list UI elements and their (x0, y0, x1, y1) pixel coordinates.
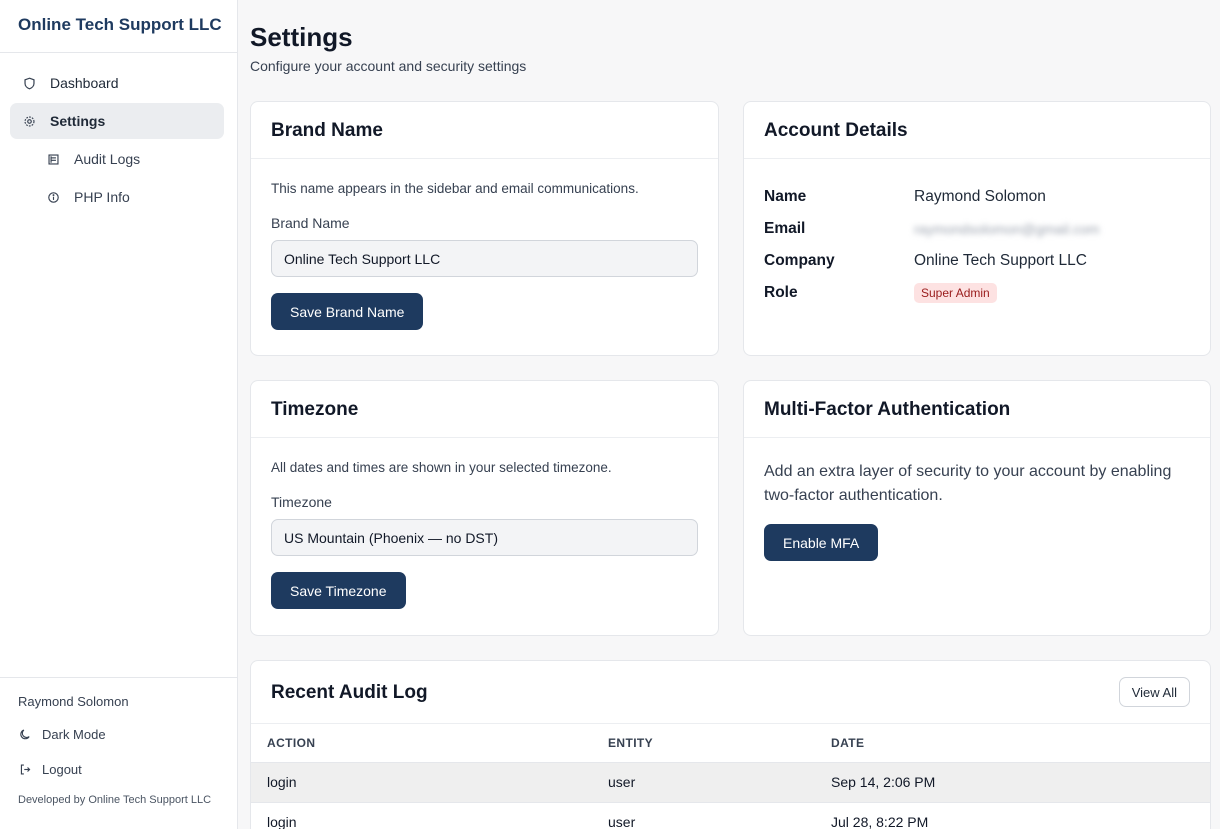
sidebar-item-audit-logs[interactable]: Audit Logs (34, 141, 224, 177)
brand-card-title: Brand Name (251, 102, 718, 159)
account-email-row: Email raymondsolomon@gmail.com (764, 213, 1190, 245)
row-entity: user (592, 761, 815, 802)
account-email-label: Email (764, 220, 806, 237)
account-company-value: Online Tech Support LLC (914, 252, 1087, 269)
column-entity: ENTITY (608, 735, 654, 750)
view-all-button[interactable]: View All (1118, 677, 1190, 707)
audit-card-header: Recent Audit Log View All (251, 661, 1210, 724)
developer-credit: Developed by Online Tech Support LLC (18, 794, 212, 806)
sidebar-item-label: Settings (50, 113, 106, 129)
page-title: Settings (250, 22, 353, 52)
timezone-card-description: All dates and times are shown in your se… (271, 460, 612, 475)
timezone-select[interactable] (271, 519, 698, 556)
column-date: DATE (831, 735, 865, 750)
page-subtitle: Configure your account and security sett… (250, 58, 527, 74)
account-details-card: Account Details Name Raymond Solomon Ema… (743, 101, 1211, 356)
info-icon (46, 190, 60, 204)
mfa-description: Add an extra layer of security to your a… (764, 463, 1172, 504)
brand-name-card: Brand Name This name appears in the side… (250, 101, 719, 356)
log-icon (46, 152, 60, 166)
account-company-row: Company Online Tech Support LLC (764, 245, 1190, 277)
logout-link[interactable]: Logout (18, 760, 237, 778)
mfa-card-title: Multi-Factor Authentication (744, 381, 1210, 438)
timezone-label: Timezone (271, 494, 332, 510)
column-action: ACTION (267, 735, 316, 750)
row-action: login (251, 801, 592, 829)
sidebar-item-label: PHP Info (74, 189, 130, 205)
role-badge: Super Admin (914, 283, 997, 303)
account-role-row: Role Super Admin (764, 277, 1190, 309)
sidebar-brand[interactable]: Online Tech Support LLC (0, 0, 237, 53)
table-row[interactable]: login user Sep 14, 2:06 PM (251, 761, 1210, 802)
audit-card-title: Recent Audit Log (271, 682, 428, 703)
sidebar-item-label: Audit Logs (74, 151, 141, 167)
sidebar-item-label: Dashboard (50, 75, 119, 91)
sidebar-nav: Dashboard Settings Audit Logs PHP Info (0, 53, 237, 215)
audit-table-header: ACTION ENTITY DATE (251, 724, 1210, 762)
row-date: Sep 14, 2:06 PM (815, 761, 1210, 802)
logout-icon (18, 762, 32, 776)
account-card-title: Account Details (744, 102, 1210, 159)
mfa-card: Multi-Factor Authentication Add an extra… (743, 380, 1211, 636)
sidebar-item-settings[interactable]: Settings (10, 103, 224, 139)
sidebar-item-php-info[interactable]: PHP Info (34, 179, 224, 215)
row-action: login (251, 761, 592, 802)
account-name-label: Name (764, 188, 807, 205)
sidebar-footer: Raymond Solomon Dark Mode Logout Develop… (0, 677, 237, 829)
sidebar: Online Tech Support LLC Dashboard Settin… (0, 0, 238, 829)
brand-card-description: This name appears in the sidebar and ema… (271, 181, 639, 196)
brand-name-input[interactable] (271, 240, 698, 277)
timezone-card-title: Timezone (251, 381, 718, 438)
enable-mfa-button[interactable]: Enable MFA (764, 524, 879, 561)
account-email-value: raymondsolomon@gmail.com (914, 221, 1100, 237)
logout-label: Logout (42, 761, 82, 777)
account-name-value: Raymond Solomon (914, 188, 1046, 205)
account-name-row: Name Raymond Solomon (764, 181, 1190, 213)
table-row[interactable]: login user Jul 28, 8:22 PM (251, 801, 1210, 829)
timezone-card: Timezone All dates and times are shown i… (250, 380, 719, 636)
save-timezone-button[interactable]: Save Timezone (271, 572, 406, 609)
current-user-name: Raymond Solomon (18, 694, 129, 709)
save-brand-name-button[interactable]: Save Brand Name (271, 293, 424, 330)
row-entity: user (592, 801, 815, 829)
dark-mode-toggle[interactable]: Dark Mode (18, 725, 237, 743)
shield-icon (22, 76, 36, 90)
audit-table: ACTION ENTITY DATE login user Sep 14, 2:… (251, 724, 1210, 829)
row-date: Jul 28, 8:22 PM (815, 801, 1210, 829)
sidebar-item-dashboard[interactable]: Dashboard (10, 65, 224, 101)
gear-icon (22, 114, 36, 128)
account-company-label: Company (764, 252, 835, 269)
account-role-label: Role (764, 284, 798, 301)
moon-icon (18, 727, 32, 741)
dark-mode-label: Dark Mode (42, 726, 106, 742)
brand-name-label: Brand Name (271, 215, 350, 231)
audit-log-card: Recent Audit Log View All ACTION ENTITY … (250, 660, 1211, 829)
